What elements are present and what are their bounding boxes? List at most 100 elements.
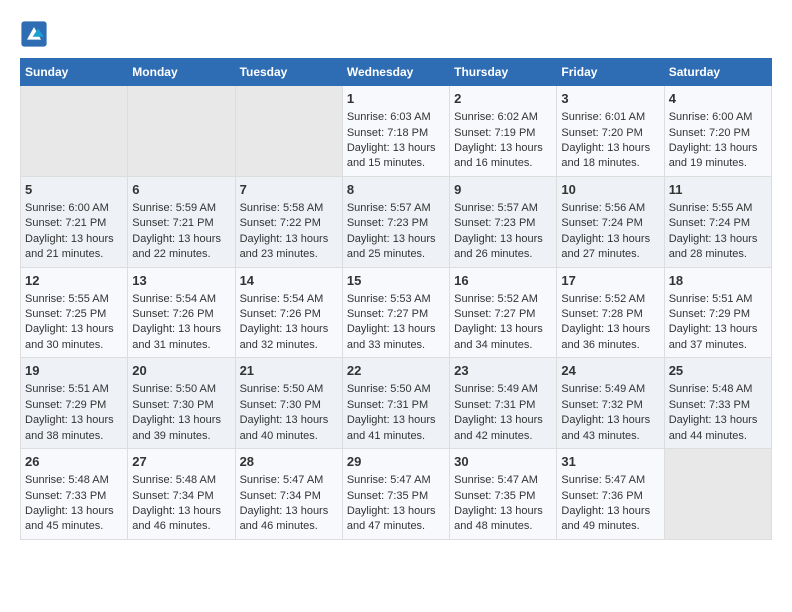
calendar-cell: 1 Sunrise: 6:03 AM Sunset: 7:18 PM Daylig… (342, 86, 449, 177)
day-number: 18 (669, 272, 767, 290)
calendar-cell: 16 Sunrise: 5:52 AM Sunset: 7:27 PM Dayli… (450, 267, 557, 358)
day-info: Sunrise: 5:48 AM Sunset: 7:34 PM Dayligh… (132, 473, 230, 535)
day-number: 3 (561, 90, 659, 108)
day-info: Sunrise: 5:54 AM Sunset: 7:26 PM Dayligh… (240, 292, 338, 354)
calendar-cell: 11 Sunrise: 5:55 AM Sunset: 7:24 PM Dayli… (664, 176, 771, 267)
calendar-cell: 8 Sunrise: 5:57 AM Sunset: 7:23 PM Daylig… (342, 176, 449, 267)
calendar-cell: 7 Sunrise: 5:58 AM Sunset: 7:22 PM Daylig… (235, 176, 342, 267)
day-number: 9 (454, 181, 552, 199)
day-number: 23 (454, 362, 552, 380)
week-row-1: 1 Sunrise: 6:03 AM Sunset: 7:18 PM Daylig… (21, 86, 772, 177)
calendar-cell: 23Sunrise: 5:49 AM Sunset: 7:31 PM Dayli… (450, 358, 557, 449)
day-info: Sunrise: 5:49 AM Sunset: 7:32 PM Dayligh… (561, 382, 659, 444)
day-info: Sunrise: 5:52 AM Sunset: 7:27 PM Dayligh… (454, 292, 552, 354)
day-number: 5 (25, 181, 123, 199)
day-number: 19 (25, 362, 123, 380)
day-info: Sunrise: 5:48 AM Sunset: 7:33 PM Dayligh… (669, 382, 767, 444)
day-number: 28 (240, 453, 338, 471)
day-info: Sunrise: 5:51 AM Sunset: 7:29 PM Dayligh… (25, 382, 123, 444)
week-row-2: 5 Sunrise: 6:00 AM Sunset: 7:21 PM Daylig… (21, 176, 772, 267)
day-number: 14 (240, 272, 338, 290)
calendar-cell (21, 86, 128, 177)
day-info: Sunrise: 5:57 AM Sunset: 7:23 PM Dayligh… (454, 201, 552, 263)
calendar-cell: 14 Sunrise: 5:54 AM Sunset: 7:26 PM Dayli… (235, 267, 342, 358)
day-number: 4 (669, 90, 767, 108)
day-info: Sunrise: 5:47 AM Sunset: 7:35 PM Dayligh… (347, 473, 445, 535)
header (20, 20, 772, 48)
day-info: Sunrise: 6:00 AM Sunset: 7:20 PM Dayligh… (669, 110, 767, 172)
calendar-cell: 27 Sunrise: 5:48 AM Sunset: 7:34 PM Dayli… (128, 449, 235, 540)
week-row-5: 26 Sunrise: 5:48 AM Sunset: 7:33 PM Dayli… (21, 449, 772, 540)
calendar-cell: 5 Sunrise: 6:00 AM Sunset: 7:21 PM Daylig… (21, 176, 128, 267)
day-number: 16 (454, 272, 552, 290)
day-number: 21 (240, 362, 338, 380)
day-number: 24 (561, 362, 659, 380)
logo-icon (20, 20, 48, 48)
calendar-cell: 4 Sunrise: 6:00 AM Sunset: 7:20 PM Daylig… (664, 86, 771, 177)
day-info: Sunrise: 5:56 AM Sunset: 7:24 PM Dayligh… (561, 201, 659, 263)
calendar-cell: 24 Sunrise: 5:49 AM Sunset: 7:32 PM Dayli… (557, 358, 664, 449)
day-info: Sunrise: 5:47 AM Sunset: 7:36 PM Dayligh… (561, 473, 659, 535)
calendar-cell: 28Sunrise: 5:47 AM Sunset: 7:34 PM Dayli… (235, 449, 342, 540)
day-number: 12 (25, 272, 123, 290)
day-info: Sunrise: 5:54 AM Sunset: 7:26 PM Dayligh… (132, 292, 230, 354)
day-number: 17 (561, 272, 659, 290)
day-info: Sunrise: 5:57 AM Sunset: 7:23 PM Dayligh… (347, 201, 445, 263)
day-header-friday: Friday (557, 59, 664, 86)
day-info: Sunrise: 6:00 AM Sunset: 7:21 PM Dayligh… (25, 201, 123, 263)
calendar-cell: 13 Sunrise: 5:54 AM Sunset: 7:26 PM Dayli… (128, 267, 235, 358)
day-info: Sunrise: 5:55 AM Sunset: 7:24 PM Dayligh… (669, 201, 767, 263)
day-number: 25 (669, 362, 767, 380)
day-number: 15 (347, 272, 445, 290)
calendar-cell: 17Sunrise: 5:52 AM Sunset: 7:28 PM Dayli… (557, 267, 664, 358)
day-header-thursday: Thursday (450, 59, 557, 86)
week-row-4: 19 Sunrise: 5:51 AM Sunset: 7:29 PM Dayli… (21, 358, 772, 449)
day-number: 1 (347, 90, 445, 108)
calendar-cell (664, 449, 771, 540)
day-number: 22 (347, 362, 445, 380)
calendar-cell: 30 Sunrise: 5:47 AM Sunset: 7:35 PM Dayli… (450, 449, 557, 540)
day-number: 13 (132, 272, 230, 290)
calendar-cell: 10 Sunrise: 5:56 AM Sunset: 7:24 PM Dayli… (557, 176, 664, 267)
calendar-cell: 2 Sunrise: 6:02 AM Sunset: 7:19 PM Daylig… (450, 86, 557, 177)
calendar-cell: 6 Sunrise: 5:59 AM Sunset: 7:21 PM Daylig… (128, 176, 235, 267)
day-info: Sunrise: 5:55 AM Sunset: 7:25 PM Dayligh… (25, 292, 123, 354)
day-header-sunday: Sunday (21, 59, 128, 86)
calendar-cell: 3 Sunrise: 6:01 AM Sunset: 7:20 PM Daylig… (557, 86, 664, 177)
day-number: 2 (454, 90, 552, 108)
day-header-wednesday: Wednesday (342, 59, 449, 86)
calendar-cell: 21 Sunrise: 5:50 AM Sunset: 7:30 PM Dayli… (235, 358, 342, 449)
calendar-cell: 19 Sunrise: 5:51 AM Sunset: 7:29 PM Dayli… (21, 358, 128, 449)
day-number: 11 (669, 181, 767, 199)
day-header-monday: Monday (128, 59, 235, 86)
day-info: Sunrise: 5:48 AM Sunset: 7:33 PM Dayligh… (25, 473, 123, 535)
day-info: Sunrise: 5:59 AM Sunset: 7:21 PM Dayligh… (132, 201, 230, 263)
day-number: 7 (240, 181, 338, 199)
calendar-table: SundayMondayTuesdayWednesdayThursdayFrid… (20, 58, 772, 540)
logo (20, 20, 52, 48)
day-info: Sunrise: 5:50 AM Sunset: 7:31 PM Dayligh… (347, 382, 445, 444)
day-info: Sunrise: 6:03 AM Sunset: 7:18 PM Dayligh… (347, 110, 445, 172)
header-row: SundayMondayTuesdayWednesdayThursdayFrid… (21, 59, 772, 86)
calendar-cell: 12 Sunrise: 5:55 AM Sunset: 7:25 PM Dayli… (21, 267, 128, 358)
calendar-cell: 18Sunrise: 5:51 AM Sunset: 7:29 PM Dayli… (664, 267, 771, 358)
day-info: Sunrise: 6:02 AM Sunset: 7:19 PM Dayligh… (454, 110, 552, 172)
day-info: Sunrise: 5:53 AM Sunset: 7:27 PM Dayligh… (347, 292, 445, 354)
day-number: 29 (347, 453, 445, 471)
day-number: 8 (347, 181, 445, 199)
day-number: 26 (25, 453, 123, 471)
day-info: Sunrise: 5:50 AM Sunset: 7:30 PM Dayligh… (240, 382, 338, 444)
day-number: 27 (132, 453, 230, 471)
day-info: Sunrise: 5:50 AM Sunset: 7:30 PM Dayligh… (132, 382, 230, 444)
calendar-cell: 26 Sunrise: 5:48 AM Sunset: 7:33 PM Dayli… (21, 449, 128, 540)
day-info: Sunrise: 5:47 AM Sunset: 7:35 PM Dayligh… (454, 473, 552, 535)
day-number: 6 (132, 181, 230, 199)
day-info: Sunrise: 6:01 AM Sunset: 7:20 PM Dayligh… (561, 110, 659, 172)
day-number: 30 (454, 453, 552, 471)
calendar-cell: 20 Sunrise: 5:50 AM Sunset: 7:30 PM Dayli… (128, 358, 235, 449)
calendar-cell: 9 Sunrise: 5:57 AM Sunset: 7:23 PM Daylig… (450, 176, 557, 267)
day-number: 10 (561, 181, 659, 199)
day-info: Sunrise: 5:58 AM Sunset: 7:22 PM Dayligh… (240, 201, 338, 263)
day-number: 20 (132, 362, 230, 380)
calendar-cell: 29 Sunrise: 5:47 AM Sunset: 7:35 PM Dayli… (342, 449, 449, 540)
